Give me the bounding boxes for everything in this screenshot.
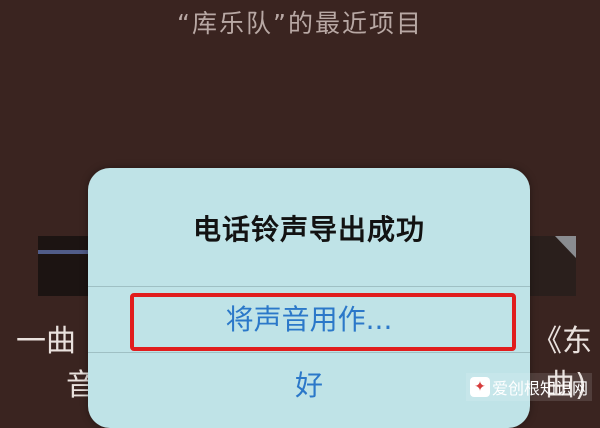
project-name-right: 《东 [532,324,592,359]
divider [88,286,530,287]
watermark-text: 爱创根知识网 [491,379,588,398]
use-sound-as-button[interactable]: 将声音用作... [88,298,530,338]
watermark: ✦ 爱创根知识网 [465,373,592,401]
watermark-logo-icon: ✦ [469,377,490,397]
project-name-left: 一曲 [16,324,76,359]
project-thumbnail-right[interactable] [528,236,576,296]
ok-button[interactable]: 好 [88,364,530,404]
alert-title: 电话铃声导出成功 [192,213,425,246]
recent-projects-title: “库乐队”的最近项目 [177,9,423,38]
export-success-alert: 电话铃声导出成功 将声音用作... 好 [88,168,530,428]
divider [88,352,530,353]
cloud-corner-icon [555,236,576,258]
